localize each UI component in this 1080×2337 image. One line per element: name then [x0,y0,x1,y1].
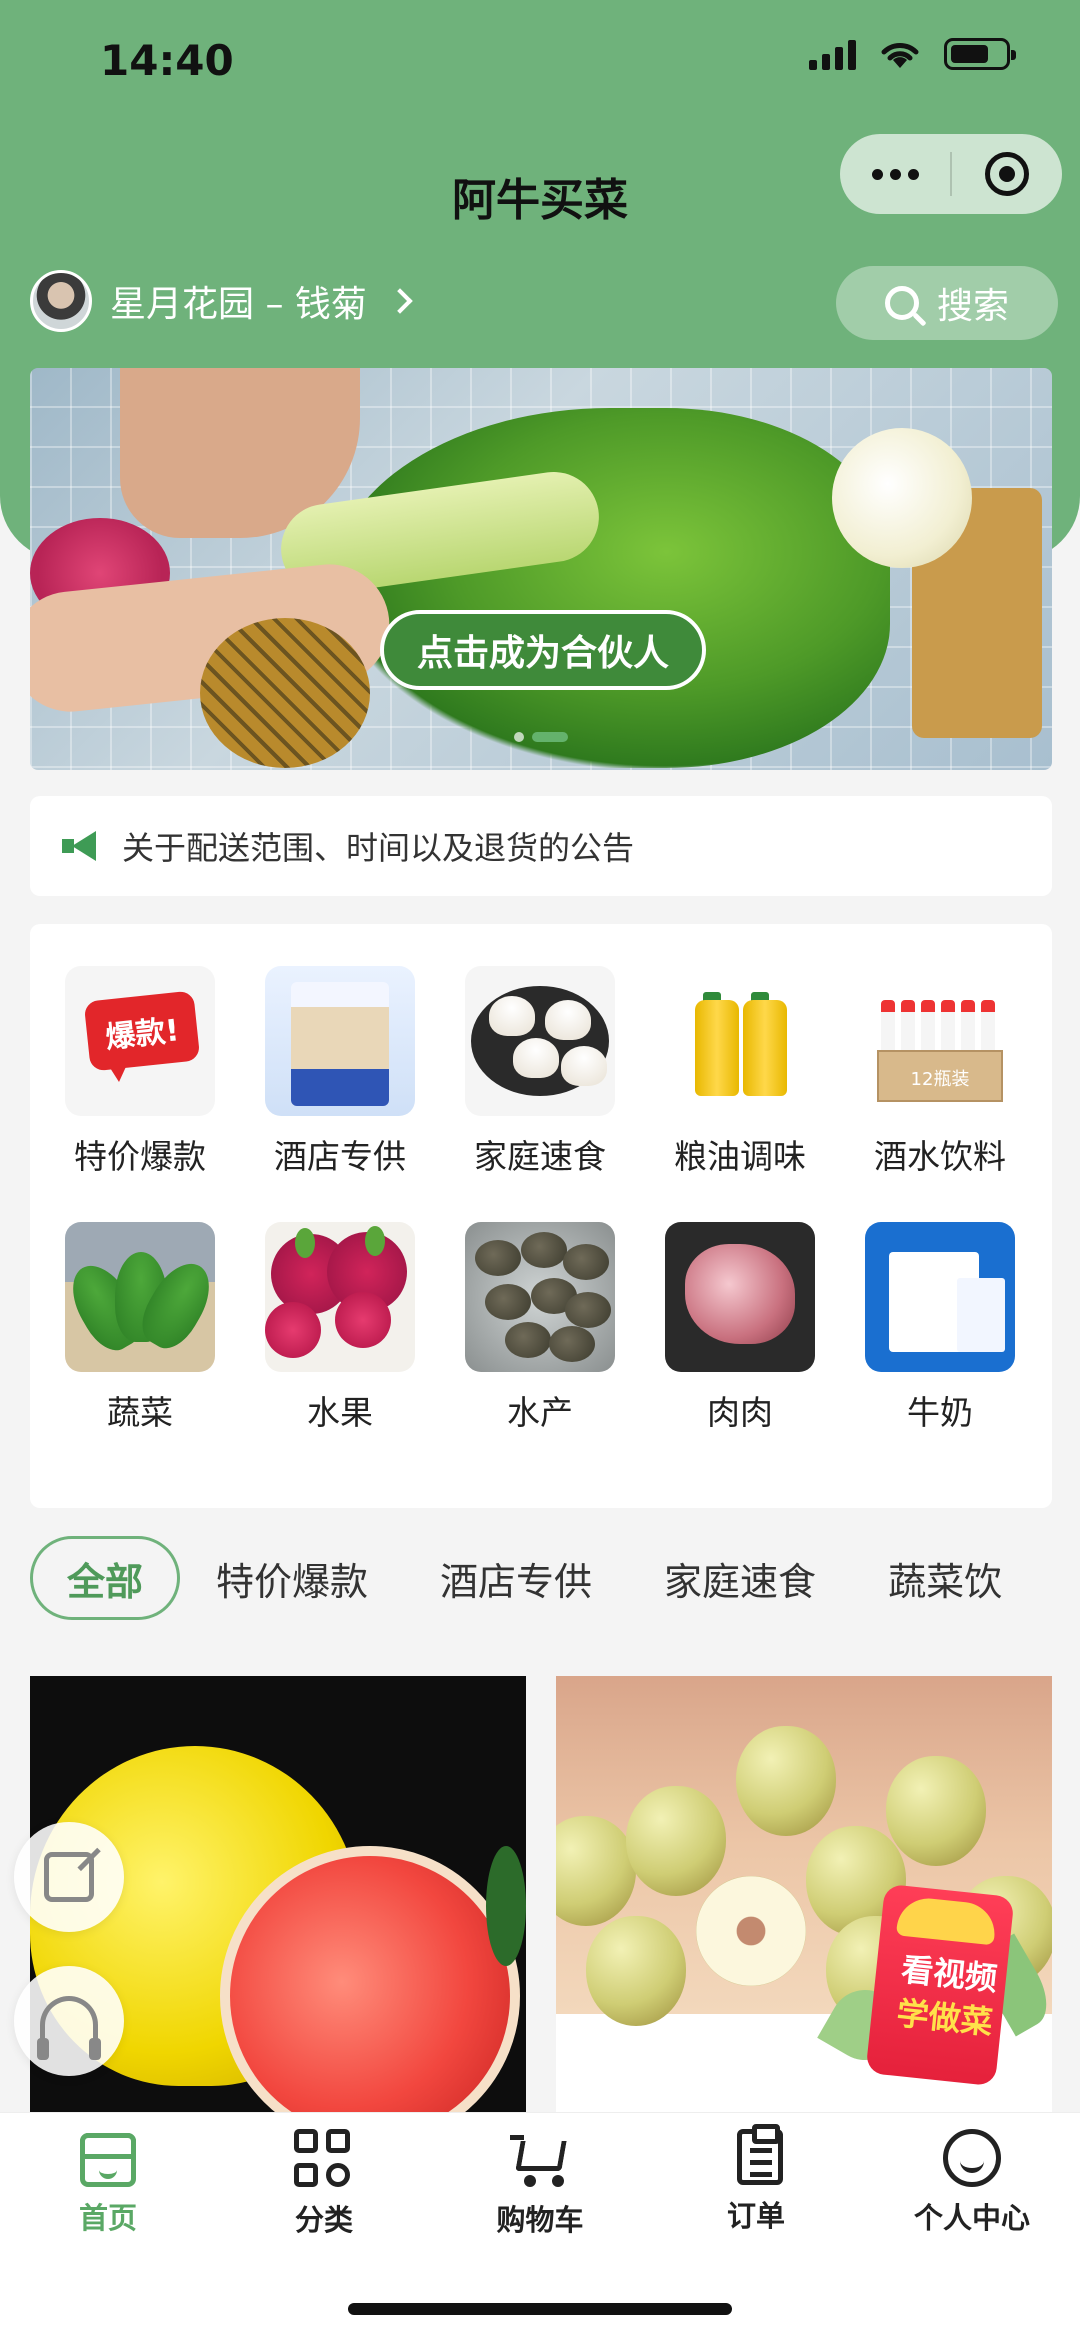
category-drinks[interactable]: 12瓶装 酒水饮料 [840,966,1040,1178]
category-label: 粮油调味 [674,1137,806,1176]
category-tabs: 全部 特价爆款 酒店专供 家庭速食 蔬菜饮 [30,1536,1080,1620]
tab-vegetables-drinks[interactable]: 蔬菜饮 [852,1536,1038,1620]
carousel-dot [514,732,524,742]
banner-celery [330,408,890,768]
more-options-icon[interactable] [840,168,950,180]
home-store-icon [80,2133,136,2187]
category-milk[interactable]: 牛奶 [840,1222,1040,1434]
nav-cart[interactable]: 购物车 [450,2129,630,2239]
oil-bottle-icon [665,966,815,1116]
nav-label: 订单 [726,2199,785,2233]
megaphone-icon [62,831,98,861]
banner-melon [832,428,972,568]
carousel-dot-active [532,732,568,742]
location-selector[interactable]: 星月花园 – 钱菊 [30,270,413,332]
category-meat[interactable]: 肉肉 [640,1222,840,1434]
category-grid-icon [294,2129,354,2189]
mini-program-capsule [840,134,1062,214]
category-grid: 爆款! 特价爆款 酒店专供 家庭速食 粮油调味 12瓶装 酒水饮料 蔬菜 水果 … [40,966,1040,1434]
nav-profile[interactable]: 个人中心 [882,2129,1062,2239]
tab-quick-meals[interactable]: 家庭速食 [628,1536,852,1620]
category-label: 家庭速食 [474,1137,606,1176]
share-icon [44,1852,94,1902]
order-clipboard-icon [736,2124,783,2185]
tab-hot-deals[interactable]: 特价爆款 [180,1536,404,1620]
dim-sum-icon [465,966,615,1116]
category-quick-meals[interactable]: 家庭速食 [440,966,640,1178]
nav-label: 首页 [78,2201,137,2235]
category-label: 水果 [307,1393,373,1432]
customer-service-button[interactable] [14,1966,124,2076]
battery-icon [944,38,1016,70]
banner-pineapple [200,618,370,768]
category-panel: 爆款! 特价爆款 酒店专供 家庭速食 粮油调味 12瓶装 酒水饮料 蔬菜 水果 … [30,924,1052,1508]
announcement-bar[interactable]: 关于配送范围、时间以及退货的公告 [30,796,1052,896]
status-bar: 14:40 [0,0,1080,120]
status-icons [809,38,1016,70]
category-hotel-supply[interactable]: 酒店专供 [240,966,440,1178]
category-vegetables[interactable]: 蔬菜 [40,1222,240,1434]
hot-deal-icon: 爆款! [65,966,215,1116]
status-time: 14:40 [100,36,234,85]
category-label: 牛奶 [907,1393,973,1432]
announcement-text: 关于配送范围、时间以及退货的公告 [122,829,635,867]
category-label: 酒水饮料 [874,1137,1006,1176]
avatar [30,270,92,332]
chevron-right-icon [387,288,413,314]
category-hot-deals[interactable]: 爆款! 特价爆款 [40,966,240,1178]
close-mini-program-icon[interactable] [952,152,1062,196]
cellular-signal-icon [809,38,856,70]
cart-icon [510,2129,570,2189]
location-label: 星月花园 – 钱菊 [110,284,367,325]
tab-hotel-supply[interactable]: 酒店专供 [404,1536,628,1620]
pork-bone-icon [665,1222,815,1372]
wifi-icon [881,43,919,68]
nav-label: 购物车 [496,2203,584,2237]
category-label: 蔬菜 [107,1393,173,1432]
smiley-profile-icon [943,2129,1001,2187]
dragon-fruit-icon [265,1222,415,1372]
category-grain-oil[interactable]: 粮油调味 [640,966,840,1178]
search-button[interactable]: 搜索 [836,266,1058,340]
seafood-bag-icon [265,966,415,1116]
category-fruit[interactable]: 水果 [240,1222,440,1434]
category-label: 肉肉 [707,1393,773,1432]
nav-label: 个人中心 [913,2201,1030,2235]
abalone-icon [465,1222,615,1372]
search-label: 搜索 [936,286,1009,327]
nav-orders[interactable]: 订单 [666,2124,846,2239]
milk-carton-icon [865,1222,1015,1372]
bok-choy-icon [65,1222,215,1372]
recipe-video-promo[interactable]: 看视频 学做菜 [817,1880,1060,2087]
category-label: 酒店专供 [274,1137,406,1176]
tab-all[interactable]: 全部 [30,1536,181,1620]
nav-label: 分类 [294,2203,353,2237]
liquor-box-icon: 12瓶装 [865,966,1015,1116]
category-label: 水产 [507,1393,573,1432]
nav-category[interactable]: 分类 [234,2129,414,2239]
promo-banner[interactable]: 点击成为合伙人 [30,368,1052,770]
carousel-dots [30,732,1052,742]
bottom-nav: 首页 分类 购物车 订单 个人中心 [0,2112,1080,2337]
nav-home[interactable]: 首页 [18,2129,198,2239]
category-label: 特价爆款 [74,1137,206,1176]
share-button[interactable] [14,1822,124,1932]
home-indicator [348,2303,732,2315]
category-seafood[interactable]: 水产 [440,1222,640,1434]
page: 14:40 阿牛买菜 星月花园 – 钱菊 搜索 点击成为合伙人 关于配送范围、时… [0,0,1080,2337]
search-icon [884,286,919,320]
headset-icon [37,1996,101,2060]
become-partner-button[interactable]: 点击成为合伙人 [380,610,706,690]
